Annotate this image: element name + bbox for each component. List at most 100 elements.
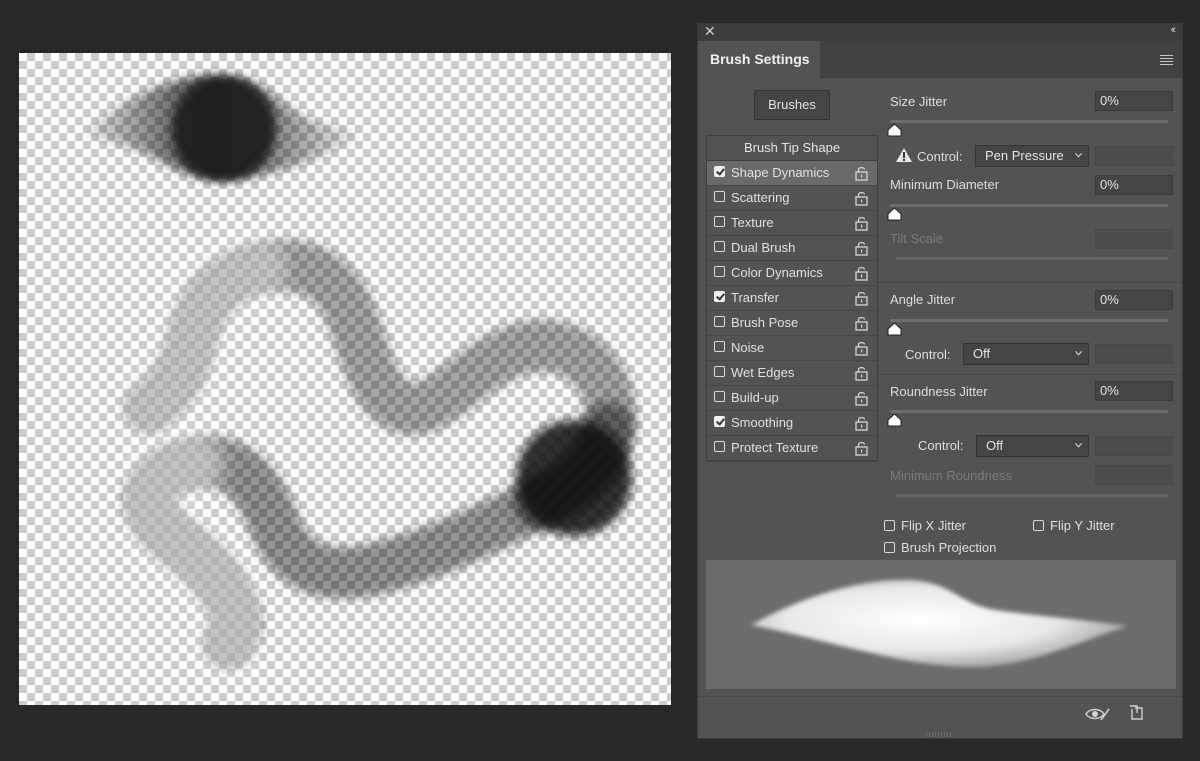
collapse-panel-icon[interactable]: ‹‹ (1171, 24, 1177, 36)
smoothing-label[interactable]: Smoothing (731, 411, 793, 435)
list-item-scattering[interactable]: Scattering (707, 186, 877, 211)
shape-dynamics-label[interactable]: Shape Dynamics (731, 161, 829, 185)
roundness-jitter-slider-thumb[interactable] (887, 414, 902, 427)
wet-edges-label[interactable]: Wet Edges (731, 361, 794, 385)
roundness-control-select[interactable]: Off (976, 435, 1089, 457)
scattering-checkbox[interactable] (714, 191, 725, 202)
brush-pose-label[interactable]: Brush Pose (731, 311, 798, 335)
brush-settings-list: Brush Tip Shape Shape Dynamics Scattering… (706, 135, 878, 462)
transfer-label[interactable]: Transfer (731, 286, 779, 310)
minimum-diameter-slider[interactable] (890, 204, 1168, 207)
list-item-shape-dynamics[interactable]: Shape Dynamics (707, 161, 877, 186)
lock-icon[interactable] (855, 390, 868, 406)
shape-dynamics-checkbox[interactable] (714, 166, 725, 177)
tilt-scale-label: Tilt Scale (890, 231, 943, 246)
panel-resize-grip[interactable] (926, 732, 952, 737)
dual-brush-label[interactable]: Dual Brush (731, 236, 795, 260)
tilt-scale-slider (896, 257, 1168, 260)
noise-label[interactable]: Noise (731, 336, 764, 360)
lock-icon[interactable] (855, 240, 868, 256)
list-item-color-dynamics[interactable]: Color Dynamics (707, 261, 877, 286)
smoothing-checkbox[interactable] (714, 416, 725, 427)
divider (876, 282, 1182, 283)
flip-y-jitter-checkbox[interactable] (1033, 520, 1044, 531)
create-new-brush-icon[interactable] (1129, 705, 1145, 721)
angle-jitter-slider[interactable] (890, 319, 1168, 322)
angle-control-select[interactable]: Off (963, 343, 1089, 365)
flip-x-jitter-label[interactable]: Flip X Jitter (901, 518, 966, 533)
size-jitter-label: Size Jitter (890, 94, 948, 109)
angle-control-extra-field (1095, 344, 1173, 364)
list-item-smoothing[interactable]: Smoothing (707, 411, 877, 436)
panel-tab-row: Brush Settings (698, 41, 1182, 78)
brush-projection-label[interactable]: Brush Projection (901, 540, 996, 555)
list-item-dual-brush[interactable]: Dual Brush (707, 236, 877, 261)
texture-label[interactable]: Texture (731, 211, 774, 235)
roundness-jitter-input[interactable]: 0% (1095, 381, 1173, 401)
angle-jitter-slider-thumb[interactable] (887, 323, 902, 336)
list-item-wet-edges[interactable]: Wet Edges (707, 361, 877, 386)
lock-icon[interactable] (855, 190, 868, 206)
flip-y-jitter-label[interactable]: Flip Y Jitter (1050, 518, 1115, 533)
roundness-control-extra-field (1095, 436, 1173, 456)
scattering-label[interactable]: Scattering (731, 186, 790, 210)
color-dynamics-label[interactable]: Color Dynamics (731, 261, 823, 285)
lock-icon[interactable] (855, 415, 868, 431)
angle-jitter-input[interactable]: 0% (1095, 290, 1173, 310)
lock-icon[interactable] (855, 265, 868, 281)
lock-icon[interactable] (855, 215, 868, 231)
panel-menu-icon[interactable] (1160, 55, 1173, 67)
brush-settings-panel: ✕ ‹‹ Brush Settings Brushes Brush Tip Sh… (697, 23, 1183, 739)
size-jitter-slider[interactable] (890, 120, 1168, 123)
preview-stroke-shape (751, 579, 1128, 667)
transfer-checkbox[interactable] (714, 291, 725, 302)
brush-tip-shape-item[interactable]: Brush Tip Shape (707, 135, 877, 161)
flip-x-jitter-checkbox[interactable] (884, 520, 895, 531)
brush-projection-checkbox[interactable] (884, 542, 895, 553)
size-jitter-input[interactable]: 0% (1095, 91, 1173, 111)
roundness-control-label: Control: (918, 438, 964, 453)
angle-control-value: Off (973, 346, 991, 361)
lock-icon[interactable] (855, 315, 868, 331)
protect-texture-checkbox[interactable] (714, 441, 725, 452)
brush-stroke-preview (706, 560, 1176, 689)
lock-icon[interactable] (855, 365, 868, 381)
document-canvas[interactable] (19, 53, 671, 705)
lock-icon[interactable] (855, 340, 868, 356)
list-item-noise[interactable]: Noise (707, 336, 877, 361)
warning-icon (896, 148, 912, 162)
brushes-button[interactable]: Brushes (754, 90, 830, 120)
minimum-diameter-slider-thumb[interactable] (887, 208, 902, 221)
wet-edges-checkbox[interactable] (714, 366, 725, 377)
chevron-down-icon (1075, 350, 1082, 356)
list-item-protect-texture[interactable]: Protect Texture (707, 436, 877, 461)
build-up-label[interactable]: Build-up (731, 386, 779, 410)
color-dynamics-checkbox[interactable] (714, 266, 725, 277)
size-jitter-slider-thumb[interactable] (887, 124, 902, 137)
list-item-brush-pose[interactable]: Brush Pose (707, 311, 877, 336)
minimum-diameter-input[interactable]: 0% (1095, 175, 1173, 195)
protect-texture-label[interactable]: Protect Texture (731, 436, 818, 460)
roundness-jitter-slider[interactable] (890, 410, 1168, 413)
texture-checkbox[interactable] (714, 216, 725, 227)
angle-jitter-label: Angle Jitter (890, 292, 956, 307)
angle-control-label: Control: (905, 347, 951, 362)
lock-icon[interactable] (855, 290, 868, 306)
list-item-texture[interactable]: Texture (707, 211, 877, 236)
list-item-transfer[interactable]: Transfer (707, 286, 877, 311)
list-item-build-up[interactable]: Build-up (707, 386, 877, 411)
close-panel-icon[interactable]: ✕ (704, 23, 716, 40)
roundness-control-value: Off (986, 438, 1004, 453)
toggle-live-tip-preview-icon[interactable] (1085, 706, 1111, 722)
lock-icon[interactable] (855, 165, 868, 181)
lock-icon[interactable] (855, 440, 868, 456)
build-up-checkbox[interactable] (714, 391, 725, 402)
noise-checkbox[interactable] (714, 341, 725, 352)
minimum-roundness-label: Minimum Roundness (890, 468, 1013, 483)
chevron-down-icon (1075, 152, 1082, 158)
brush-pose-checkbox[interactable] (714, 316, 725, 327)
size-control-select[interactable]: Pen Pressure (975, 145, 1089, 167)
dual-brush-checkbox[interactable] (714, 241, 725, 252)
minimum-roundness-slider (896, 494, 1168, 497)
tab-brush-settings[interactable]: Brush Settings (698, 41, 820, 78)
